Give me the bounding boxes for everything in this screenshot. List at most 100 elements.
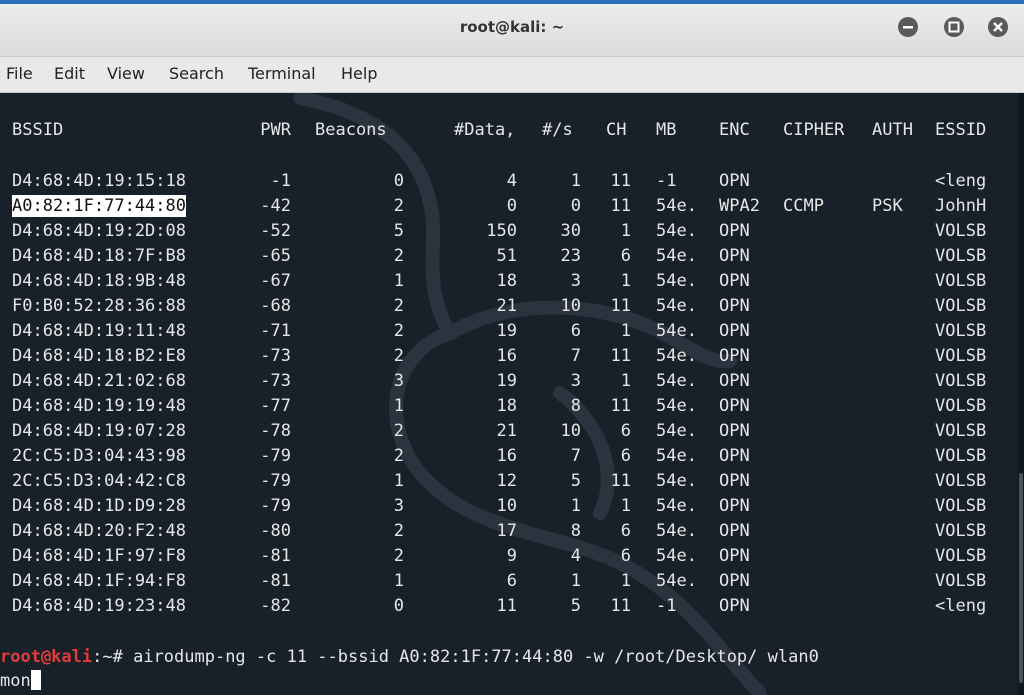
cell-essid: VOLSB	[935, 321, 987, 341]
cell-data: 12	[496, 471, 517, 491]
cell-beacons: 2	[393, 546, 404, 566]
cell-pwr: -79	[260, 471, 291, 491]
cell-essid: VOLSB	[935, 271, 987, 291]
cell-bssid: D4:68:4D:19:11:48	[12, 321, 186, 341]
cell-bssid: D4:68:4D:1F:97:F8	[12, 546, 186, 566]
terminal-area[interactable]: BSSID PWR Beacons #Data, #/s CH MB ENC C…	[0, 93, 1024, 695]
cell-essid: VOLSB	[935, 571, 987, 591]
cell-mb: 54e.	[656, 546, 697, 566]
cell-essid: <leng	[935, 171, 987, 191]
close-icon	[993, 22, 1003, 32]
cell-per-sec: 7	[570, 446, 581, 466]
cell-mb: 54e.	[656, 421, 697, 441]
cell-pwr: -78	[260, 421, 291, 441]
cell-beacons: 1	[393, 396, 404, 416]
cell-bssid: D4:68:4D:18:9B:48	[12, 271, 186, 291]
cell-essid: JohnH	[935, 196, 987, 216]
cell-enc: OPN	[719, 246, 750, 266]
cell-mb: 54e.	[656, 396, 697, 416]
cell-per-sec: 23	[560, 246, 581, 266]
cell-per-sec: 1	[570, 496, 581, 516]
menu-search[interactable]: Search	[169, 64, 224, 83]
cell-ch: 11	[610, 171, 631, 191]
cell-mb: 54e.	[656, 521, 697, 541]
cell-beacons: 2	[393, 421, 404, 441]
cell-pwr: -52	[260, 221, 291, 241]
cell-per-sec: 30	[560, 221, 581, 241]
cell-pwr: -82	[260, 596, 291, 616]
minimize-button[interactable]	[898, 17, 918, 37]
cell-data: 16	[496, 346, 517, 366]
cell-mb: 54e.	[656, 471, 697, 491]
cell-enc: OPN	[719, 471, 750, 491]
cell-bssid: D4:68:4D:19:23:48	[12, 596, 186, 616]
menu-view[interactable]: View	[107, 64, 145, 83]
cell-ch: 6	[620, 446, 631, 466]
cell-essid: VOLSB	[935, 521, 987, 541]
cell-per-sec: 3	[570, 271, 581, 291]
cell-enc: OPN	[719, 271, 750, 291]
cell-beacons: 5	[393, 221, 404, 241]
cell-enc: OPN	[719, 346, 750, 366]
menu-edit[interactable]: Edit	[54, 64, 85, 83]
cell-enc: OPN	[719, 496, 750, 516]
menu-bar: File Edit View Search Terminal Help	[0, 57, 1024, 93]
window-title: root@kali: ~	[459, 18, 565, 36]
cell-bssid: D4:68:4D:19:2D:08	[12, 221, 186, 241]
command-line[interactable]: root@kali:~# airodump-ng -c 11 --bssid A…	[0, 646, 819, 668]
menu-terminal[interactable]: Terminal	[248, 64, 316, 83]
col-essid: ESSID	[935, 120, 987, 140]
cell-pwr: -42	[260, 196, 291, 216]
col-bssid: BSSID	[12, 120, 64, 140]
cell-bssid: D4:68:4D:19:07:28	[12, 421, 186, 441]
cell-per-sec: 5	[570, 471, 581, 491]
prompt-user-host: root@kali	[0, 647, 93, 667]
cell-ch: 11	[610, 596, 631, 616]
cell-pwr: -81	[260, 546, 291, 566]
cell-data: 150	[486, 221, 517, 241]
cell-cipher: CCMP	[783, 196, 824, 216]
cell-mb: 54e.	[656, 296, 697, 316]
cell-ch: 1	[620, 496, 631, 516]
maximize-button[interactable]	[944, 17, 964, 37]
cell-mb: -1	[656, 596, 677, 616]
cell-bssid: D4:68:4D:19:19:48	[12, 396, 186, 416]
cell-data: 11	[496, 596, 517, 616]
menu-help[interactable]: Help	[341, 64, 377, 83]
cell-pwr: -73	[260, 346, 291, 366]
cell-enc: OPN	[719, 296, 750, 316]
cell-mb: 54e.	[656, 321, 697, 341]
cell-data: 19	[496, 321, 517, 341]
cell-essid: VOLSB	[935, 246, 987, 266]
scrollbar-thumb[interactable]	[1019, 473, 1023, 683]
cell-per-sec: 4	[570, 546, 581, 566]
cell-ch: 1	[620, 371, 631, 391]
cell-essid: VOLSB	[935, 396, 987, 416]
cell-bssid: D4:68:4D:19:15:18	[12, 171, 186, 191]
cell-beacons: 2	[393, 246, 404, 266]
scrollbar[interactable]	[1018, 93, 1024, 695]
col-auth: AUTH	[872, 120, 913, 140]
cell-data: 16	[496, 446, 517, 466]
cell-beacons: 0	[393, 171, 404, 191]
command-continuation: mon	[0, 671, 31, 691]
cell-pwr: -79	[260, 496, 291, 516]
cell-per-sec: 1	[570, 171, 581, 191]
cell-beacons: 3	[393, 496, 404, 516]
close-button[interactable]	[988, 17, 1008, 37]
cell-enc: WPA2	[719, 196, 760, 216]
menu-file[interactable]: File	[6, 64, 33, 83]
cell-ch: 6	[620, 246, 631, 266]
col-beacons: Beacons	[315, 120, 387, 140]
cell-per-sec: 3	[570, 371, 581, 391]
col-pwr: PWR	[260, 120, 291, 140]
cell-ch: 11	[610, 396, 631, 416]
cell-bssid: 2C:C5:D3:04:43:98	[12, 446, 186, 466]
col-ch: CH	[606, 120, 627, 140]
cell-beacons: 1	[393, 571, 404, 591]
cell-ch: 11	[610, 196, 631, 216]
maximize-icon	[948, 21, 960, 33]
window-titlebar[interactable]: root@kali: ~	[0, 4, 1024, 57]
cell-data: 4	[506, 171, 517, 191]
cell-ch: 6	[620, 521, 631, 541]
